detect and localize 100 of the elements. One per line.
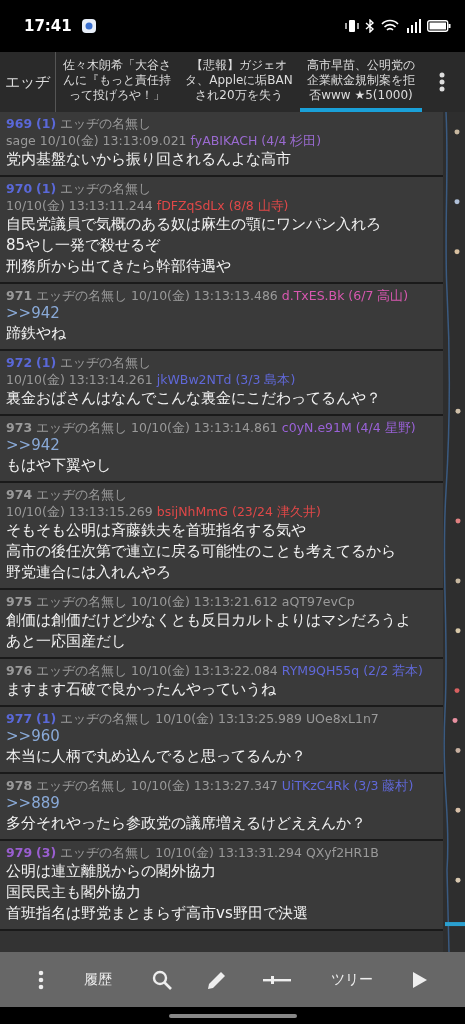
reply-link[interactable]: >>942 (6, 304, 437, 323)
poster-id[interactable]: c0yN.e91M (4/4 星野) (281, 420, 416, 435)
post-line: 裏金おばさんはなんでこんな裏金にこだわってるんや？ (6, 388, 382, 409)
post-number[interactable]: 974 (6, 487, 33, 502)
post-card[interactable]: 969 (1) エッヂの名無し sage 10/10(金) 13:13:09.021 fyABIKACH (4/4 杉田) 党内基盤ないから振り回されるんよな高市 (0, 112, 443, 177)
slider-icon[interactable] (263, 974, 292, 985)
post-card[interactable]: 970 (1) エッヂの名無し 10/10(金) 13:13:11.244 fDFZqSdLx (8/8 山寺) 自民党議員で気概のある奴は麻生の顎にワンパン入れろ 85やし一発で殺せるぞ 刑務所から出てきたら幹部待遇や (0, 177, 443, 284)
post-line: 党内基盤ないから振り回されるんよな高市 (6, 149, 292, 170)
home-indicator[interactable] (168, 1013, 297, 1018)
post-line: 首班指名は野党まとまらず高市vs野田で決選 (6, 903, 309, 924)
post-number[interactable]: 973 (6, 420, 33, 435)
post-card[interactable]: 979 (3) エッヂの名無し 10/10(金) 13:13:31.294 QXyf2HR1B 公明は連立離脱からの閣外協力 国民民主も閣外協力 首班指名は野党まとまらず高市vs野田で決選 (0, 841, 443, 931)
toolbar-button[interactable]: 履歴 (79, 966, 116, 993)
poster-id[interactable]: fyABIKACH (4/4 杉田) (190, 133, 322, 148)
post-date: 10/10(金) 13:13:13.486 (131, 288, 278, 303)
post-number[interactable]: 975 (6, 594, 33, 609)
vibrate-icon (345, 19, 359, 33)
wifi-icon (381, 19, 399, 33)
post-number[interactable]: 970 (6, 181, 33, 196)
more-icon[interactable] (439, 72, 445, 92)
signal-icon (405, 19, 421, 33)
poster-name: エッヂの名無し (36, 778, 128, 793)
poster-id[interactable]: UiTKzC4Rk (3/3 藤村) (281, 778, 414, 793)
post-line: 野党連合には入れんやろ (6, 562, 172, 583)
post-number[interactable]: 977 (6, 711, 33, 726)
poster-id[interactable]: QXyf2HR1B (305, 845, 379, 860)
post-line: ますます石破で良かったんやっていうね (6, 679, 277, 700)
post-date: 10/10(金) 13:13:25.989 (155, 711, 302, 726)
battery-icon (427, 20, 451, 32)
post-card[interactable]: 972 (1) エッヂの名無し 10/10(金) 13:13:14.261 jkWBw2NTd (3/3 島本) 裏金おばさんはなんでこんな裏金にこだわってるんや？ (0, 351, 443, 416)
poster-name: エッヂの名無し (36, 288, 128, 303)
thread-tab[interactable]: 佐々木朗希「大谷さんに『もっと責任持って投げろや！」 (56, 52, 178, 112)
poster-name: エッヂの名無し (60, 181, 152, 196)
post-line: 高市の後任次第で連立に戻る可能性のことも考えてるから (6, 541, 397, 562)
post-date: 10/10(金) 13:13:11.244 (6, 198, 153, 213)
poster-id[interactable]: bsijNhMmG (23/24 津久井) (156, 504, 321, 519)
reply-link[interactable]: >>942 (6, 436, 437, 455)
post-card[interactable]: 978 エッヂの名無し 10/10(金) 13:13:27.347 UiTKzC4Rk (3/3 藤村) >>889 多分それやったら参政党の議席増えるけどええんか？ (0, 774, 443, 841)
post-date: 10/10(金) 13:13:14.861 (131, 420, 278, 435)
post-line: そもそも公明は斉藤鉄夫を首班指名する気や (6, 520, 307, 541)
post-card[interactable]: 973 エッヂの名無し 10/10(金) 13:13:14.861 c0yN.e91M (4/4 星野) >>942 もはや下翼やし (0, 416, 443, 483)
poster-name: エッヂの名無し (60, 355, 152, 370)
clock: 17:41 (24, 17, 72, 35)
post-date: 10/10(金) 13:13:21.612 (131, 594, 278, 609)
reply-count[interactable]: (1) (36, 711, 57, 726)
thread-tab[interactable]: 【悲報】ガジェオタ、Appleに垢BANされ20万を失う (178, 52, 300, 112)
post-line: 蹄鉄やね (6, 323, 67, 344)
notification-icon (81, 19, 96, 33)
post-line: 刑務所から出てきたら幹部待遇や (6, 256, 232, 277)
poster-mail: sage (6, 133, 36, 148)
post-number[interactable]: 978 (6, 778, 33, 793)
post-date: 10/10(金) 13:13:31.294 (155, 845, 302, 860)
post-date: 10/10(金) 13:13:22.084 (131, 663, 278, 678)
poster-id[interactable]: UOe8xL1n7 (305, 711, 379, 726)
post-number[interactable]: 972 (6, 355, 33, 370)
post-card[interactable]: 974 エッヂの名無し 10/10(金) 13:13:15.269 bsijNhMmG (23/24 津久井) そもそも公明は斉藤鉄夫を首班指名する気や 高市の後任次第で連立に戻る可能性のことも考えてるから 野党連合には入れんやろ (0, 483, 443, 590)
post-number[interactable]: 971 (6, 288, 33, 303)
reply-count[interactable]: (3) (36, 845, 57, 860)
post-number[interactable]: 969 (6, 116, 33, 131)
reply-count[interactable]: (1) (36, 355, 57, 370)
search-icon[interactable] (151, 969, 172, 990)
poster-id[interactable]: fDFZqSdLx (8/8 山寺) (156, 198, 289, 213)
post-line: もはや下翼やし (6, 455, 112, 476)
reply-link[interactable]: >>889 (6, 794, 437, 813)
post-line: 本当に人柄で丸め込んでると思ってるんか？ (6, 746, 307, 767)
post-date: 10/10(金) 13:13:14.261 (6, 372, 153, 387)
post-date: 10/10(金) 13:13:09.021 (39, 133, 187, 148)
post-card[interactable]: 975 エッヂの名無し 10/10(金) 13:13:21.612 aQT97evCp 創価は創価だけど少なくとも反日カルトよりはマシだろうよ あと一応国産だし (0, 590, 443, 659)
bluetooth-icon (365, 19, 375, 33)
reply-link[interactable]: >>960 (6, 727, 437, 746)
poster-name: エッヂの名無し (60, 116, 152, 131)
post-line: 公明は連立離脱からの閣外協力 (6, 861, 217, 882)
post-number[interactable]: 976 (6, 663, 33, 678)
post-number[interactable]: 979 (6, 845, 33, 860)
pencil-icon[interactable] (207, 969, 228, 990)
poster-name: エッヂの名無し (36, 594, 128, 609)
post-card[interactable]: 976 エッヂの名無し 10/10(金) 13:13:22.084 RYM9QH55q (2/2 若本) ますます石破で良かったんやっていうね (0, 659, 443, 707)
post-line: 85やし一発で殺せるぞ (6, 235, 162, 256)
reply-count[interactable]: (1) (36, 116, 57, 131)
reply-count[interactable]: (1) (36, 181, 57, 196)
poster-name: エッヂの名無し (36, 663, 128, 678)
menu-icon[interactable] (37, 969, 44, 990)
poster-name: エッヂの名無し (36, 487, 128, 502)
poster-name: エッヂの名無し (60, 845, 152, 860)
post-card[interactable]: 971 エッヂの名無し 10/10(金) 13:13:13.486 d.TxES.Bk (6/7 高山) >>942 蹄鉄やね (0, 284, 443, 351)
post-line: 多分それやったら参政党の議席増えるけどええんか？ (6, 813, 367, 834)
post-date: 10/10(金) 13:13:15.269 (6, 504, 153, 519)
post-date: 10/10(金) 13:13:27.347 (131, 778, 278, 793)
post-line: あと一応国産だし (6, 631, 127, 652)
poster-id[interactable]: jkWBw2NTd (3/3 島本) (156, 372, 296, 387)
poster-id[interactable]: aQT97evCp (281, 594, 355, 609)
toolbar-button[interactable]: ツリー (327, 966, 378, 993)
poster-name: エッヂの名無し (60, 711, 152, 726)
poster-name: エッヂの名無し (36, 420, 128, 435)
post-line: 創価は創価だけど少なくとも反日カルトよりはマシだろうよ (6, 610, 412, 631)
poster-id[interactable]: d.TxES.Bk (6/7 高山) (281, 288, 409, 303)
poster-id[interactable]: RYM9QH55q (2/2 若本) (281, 663, 423, 678)
post-card[interactable]: 977 (1) エッヂの名無し 10/10(金) 13:13:25.989 UOe8xL1n7 >>960 本当に人柄で丸め込んでると思ってるんか？ (0, 707, 443, 774)
post-line: 国民民主も閣外協力 (6, 882, 142, 903)
play-icon[interactable] (413, 971, 427, 988)
